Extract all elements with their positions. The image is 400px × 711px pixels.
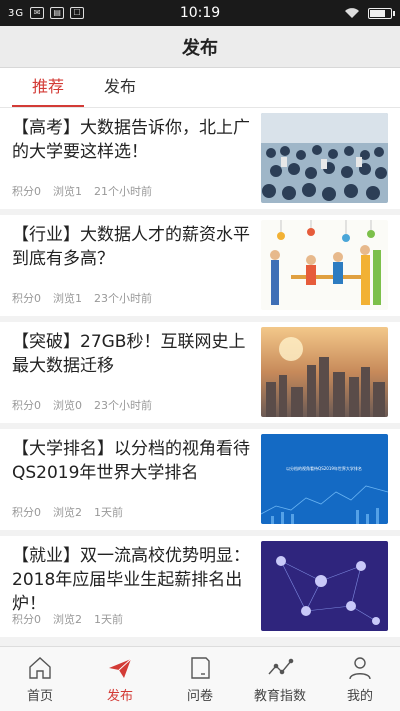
points-label: 积分0 [12, 185, 41, 198]
tab-publish[interactable]: 发布 [84, 69, 156, 107]
list-item[interactable]: 【就业】双一流高校优势明显：2018年应届毕业生起薪排名出炉！ 积分0 浏览2 … [0, 536, 400, 637]
time-label: 23个小时前 [94, 399, 152, 412]
article-thumbnail: 以分档的视角看待QS2019年世界大学排名 [261, 434, 388, 524]
document-icon [191, 657, 210, 679]
article-thumbnail [261, 541, 388, 631]
time-label: 21个小时前 [94, 185, 152, 198]
nav-label: 教育指数 [253, 689, 306, 704]
list-item[interactable]: 【突破】27GB秒！互联网史上最大数据迁移 积分0 浏览0 23个小时前 [0, 322, 400, 423]
points-label: 积分0 [12, 613, 41, 626]
nav-education-index[interactable]: 教育指数 [240, 647, 320, 711]
home-icon [29, 657, 51, 679]
page-title: 发布 [0, 26, 400, 68]
views-label: 浏览2 [53, 613, 82, 626]
list-item[interactable]: 【高考】大数据告诉你，北上广的大学要这样选！ 积分0 浏览1 21个小时前 [0, 108, 400, 209]
bottom-nav: 首页 发布 问卷 教育指数 我的 [0, 646, 400, 711]
nav-label: 问卷 [186, 689, 213, 704]
time-label: 23个小时前 [94, 292, 152, 305]
article-meta: 积分0 浏览0 23个小时前 [12, 397, 152, 413]
trend-icon [268, 658, 294, 675]
article-thumbnail [261, 327, 388, 417]
views-label: 浏览2 [53, 506, 82, 519]
article-title: 【高考】大数据告诉你，北上广的大学要这样选！ [12, 118, 250, 162]
tab-bar: 推荐 发布 [0, 68, 400, 108]
time-label: 1天前 [94, 613, 123, 626]
nav-label: 首页 [26, 689, 53, 704]
nav-profile[interactable]: 我的 [320, 647, 400, 711]
status-bar: 3G ✉ ▤ ☐ 10:19 [0, 0, 400, 26]
nav-publish[interactable]: 发布 [80, 647, 160, 711]
article-meta: 积分0 浏览2 1天前 [12, 611, 123, 627]
nav-label: 发布 [106, 689, 133, 704]
tab-recommend[interactable]: 推荐 [12, 69, 84, 107]
article-list: 【高考】大数据告诉你，北上广的大学要这样选！ 积分0 浏览1 21个小时前 【行… [0, 108, 400, 646]
nav-survey[interactable]: 问卷 [160, 647, 240, 711]
nav-label: 我的 [346, 689, 373, 704]
article-title: 【大学排名】以分档的视角看待QS2019年世界大学排名 [12, 439, 250, 483]
clock: 10:19 [179, 5, 221, 21]
points-label: 积分0 [12, 506, 41, 519]
article-meta: 积分0 浏览2 1天前 [12, 504, 123, 520]
article-meta: 积分0 浏览1 23个小时前 [12, 290, 152, 306]
article-title: 【行业】大数据人才的薪资水平到底有多高？ [12, 225, 250, 269]
list-item[interactable]: 【大学排名】以分档的视角看待QS2019年世界大学排名 积分0 浏览2 1天前 … [0, 429, 400, 530]
views-label: 浏览0 [53, 399, 82, 412]
views-label: 浏览1 [53, 185, 82, 198]
views-label: 浏览1 [53, 292, 82, 305]
article-title: 【突破】27GB秒！互联网史上最大数据迁移 [12, 332, 246, 376]
article-meta: 积分0 浏览1 21个小时前 [12, 183, 152, 199]
article-thumbnail [261, 220, 388, 310]
time-label: 1天前 [94, 506, 123, 519]
points-label: 积分0 [12, 292, 41, 305]
thumbnail-caption: 以分档的视角看待QS2019年世界大学排名 [286, 465, 362, 471]
battery-icon [368, 7, 395, 19]
paper-plane-icon [109, 658, 132, 678]
user-icon [349, 657, 371, 680]
article-title: 【就业】双一流高校优势明显：2018年应届毕业生起薪排名出炉！ [12, 546, 250, 614]
article-thumbnail [261, 113, 388, 203]
nav-home[interactable]: 首页 [0, 647, 80, 711]
points-label: 积分0 [12, 399, 41, 412]
list-item[interactable]: 【行业】大数据人才的薪资水平到底有多高？ 积分0 浏览1 23个小时前 [0, 215, 400, 316]
